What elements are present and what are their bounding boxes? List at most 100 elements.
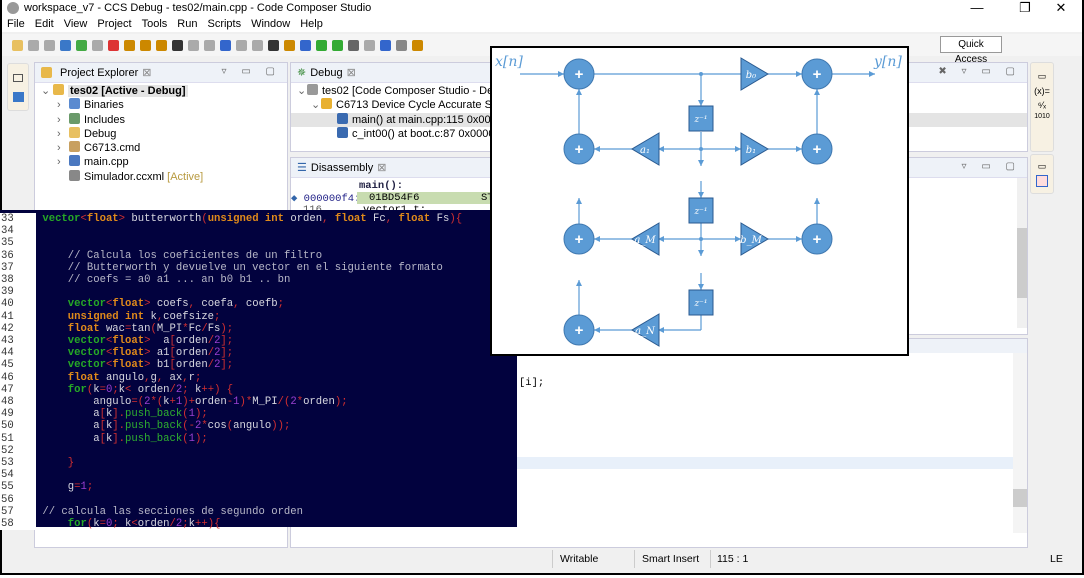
debug-tab[interactable]: Debug — [310, 67, 342, 79]
project-explorer-tab[interactable]: Project Explorer — [60, 67, 138, 79]
menu-help[interactable]: Help — [295, 16, 328, 32]
toolbar-button-icon[interactable] — [204, 39, 215, 51]
toolbar-button-icon[interactable] — [140, 39, 151, 51]
toolbar-button-icon[interactable] — [12, 39, 23, 51]
chevron-down-icon[interactable]: ⌄ — [297, 84, 307, 98]
chevron-right-icon[interactable]: › — [57, 127, 69, 141]
tree-item[interactable]: › C6713.cmd — [35, 141, 287, 155]
toolbar-button-icon[interactable] — [60, 39, 71, 51]
restore-icon[interactable]: ▭ — [1031, 161, 1053, 172]
close-tab-icon[interactable]: ⊠ — [347, 66, 356, 79]
menu-scripts[interactable]: Scripts — [202, 16, 246, 32]
code-line[interactable]: 51 a[k].push_back(1); — [0, 432, 517, 445]
code-line[interactable]: 36 // Calcula los coeficientes de un fil… — [0, 249, 517, 262]
scrollbar[interactable] — [1017, 178, 1027, 328]
toolbar-button-icon[interactable] — [268, 39, 279, 51]
restore-button[interactable]: ❐ — [1010, 0, 1040, 16]
toolbar-button-icon[interactable] — [284, 39, 295, 51]
tree-item[interactable]: › Debug — [35, 126, 287, 141]
menu-window[interactable]: Window — [246, 16, 295, 32]
code-line[interactable]: 45 vector<float> b1[orden/2]; — [0, 359, 517, 372]
quick-access-input[interactable]: Quick Access — [940, 36, 1002, 65]
tree-item[interactable]: › Binaries — [35, 98, 287, 112]
code-line[interactable]: 52 — [0, 444, 517, 457]
code-line[interactable]: 58 for(k=0; k<orden/2;k++){ — [0, 518, 517, 531]
chevron-right-icon[interactable]: › — [57, 98, 69, 112]
console-icon[interactable] — [13, 92, 24, 102]
code-line[interactable]: 46 float angulo,g, ax,r; — [0, 371, 517, 384]
code-line[interactable]: 50 a[k].push_back(-2*cos(angulo)); — [0, 420, 517, 433]
close-tab-icon[interactable]: ⊠ — [142, 66, 151, 79]
menu-view[interactable]: View — [59, 16, 93, 32]
restore-icon[interactable] — [13, 74, 23, 82]
menu-file[interactable]: File — [2, 16, 30, 32]
tree-item[interactable]: Simulador.ccxml [Active] — [35, 169, 287, 184]
toolbar-button-icon[interactable] — [332, 39, 343, 51]
toolbar-button-icon[interactable] — [172, 39, 183, 51]
code-line[interactable]: 38 // coefs = a0 a1 ... an b0 b1 .. bn — [0, 274, 517, 287]
toolbar-button-icon[interactable] — [252, 39, 263, 51]
toolbar-button-icon[interactable] — [188, 39, 199, 51]
code-line[interactable]: 40 vector<float> coefs, coefa, coefb; — [0, 298, 517, 311]
disassembly-tab[interactable]: Disassembly — [311, 162, 373, 174]
menu-tools[interactable]: Tools — [137, 16, 173, 32]
chevron-right-icon[interactable]: › — [57, 113, 69, 127]
code-line[interactable]: 37 // Butterworth y devuelve un vector e… — [0, 261, 517, 274]
code-line[interactable]: 55 g=1; — [0, 481, 517, 494]
code-line[interactable]: 39 — [0, 286, 517, 299]
close-tab-icon[interactable]: ⊠ — [377, 161, 386, 174]
toolbar-button-icon[interactable] — [156, 39, 167, 51]
code-line[interactable]: 47 for(k=0;k< orden/2; k++) { — [0, 383, 517, 396]
code-line[interactable]: 57 // calcula las secciones de segundo o… — [0, 505, 517, 518]
expressions-icon[interactable]: ⁶⁄ₓ — [1031, 100, 1053, 110]
toolbar-button-icon[interactable] — [92, 39, 103, 51]
view-controls[interactable]: ✖ ▿ ▭ ▢ — [938, 66, 1021, 77]
breakpoints-icon[interactable] — [1036, 175, 1048, 187]
tree-item[interactable]: › Includes — [35, 112, 287, 127]
code-line[interactable]: 35 — [0, 237, 517, 250]
toolbar-button-icon[interactable] — [124, 39, 135, 51]
toolbar-button-icon[interactable] — [364, 39, 375, 51]
menu-run[interactable]: Run — [172, 16, 202, 32]
minimize-button[interactable]: — — [962, 0, 992, 15]
toolbar-button-icon[interactable] — [76, 39, 87, 51]
view-controls[interactable]: ▿ ▭ ▢ — [222, 66, 281, 77]
view-controls[interactable]: ▿ ▭ ▢ — [962, 161, 1021, 172]
close-button[interactable]: ✕ — [1046, 0, 1076, 16]
code-line[interactable]: 49 a[k].push_back(1); — [0, 408, 517, 421]
code-line[interactable]: 56 — [0, 493, 517, 506]
toolbar-button-icon[interactable] — [316, 39, 327, 51]
chevron-down-icon[interactable]: ⌄ — [311, 98, 321, 112]
code-line[interactable]: 44 vector<float> a1[orden/2]; — [0, 347, 517, 360]
svg-text:z⁻¹: z⁻¹ — [693, 299, 707, 309]
code-line[interactable]: 43 vector<float> a[orden/2]; — [0, 335, 517, 348]
registers-icon[interactable]: 1010 — [1031, 113, 1053, 120]
toolbar-button-icon[interactable] — [380, 39, 391, 51]
chevron-right-icon[interactable]: › — [57, 141, 69, 155]
code-line[interactable]: 42 float wac=tan(M_PI*Fc/Fs); — [0, 322, 517, 335]
toolbar-button-icon[interactable] — [396, 39, 407, 51]
code-line[interactable]: 53 } — [0, 457, 517, 470]
variables-view-button[interactable]: (x)= — [1031, 86, 1053, 96]
toolbar-button-icon[interactable] — [108, 39, 119, 51]
code-line[interactable]: 33 vector<float> butterworth(unsigned in… — [0, 213, 517, 226]
toolbar-button-icon[interactable] — [348, 39, 359, 51]
code-line[interactable]: 54 — [0, 469, 517, 482]
code-line[interactable]: 34 — [0, 225, 517, 238]
chevron-down-icon[interactable]: ⌄ — [41, 84, 53, 98]
toolbar-button-icon[interactable] — [300, 39, 311, 51]
menu-project[interactable]: Project — [92, 16, 136, 32]
toolbar-button-icon[interactable] — [220, 39, 231, 51]
toolbar-button-icon[interactable] — [412, 39, 423, 51]
toolbar-button-icon[interactable] — [44, 39, 55, 51]
chevron-right-icon[interactable]: › — [57, 155, 69, 169]
code-line[interactable]: 41 unsigned int k,coefsize; — [0, 310, 517, 323]
menu-edit[interactable]: Edit — [30, 16, 59, 32]
tree-item[interactable]: › main.cpp — [35, 155, 287, 169]
tree-item[interactable]: ⌄ tes02 [Active - Debug] — [35, 84, 287, 98]
toolbar-button-icon[interactable] — [28, 39, 39, 51]
editor-scrollbar[interactable] — [1013, 353, 1027, 533]
toolbar-button-icon[interactable] — [236, 39, 247, 51]
code-line[interactable]: 48 angulo=(2*(k+1)+orden-1)*M_PI/(2*orde… — [0, 396, 517, 409]
restore-icon[interactable]: ▭ — [1031, 71, 1053, 82]
